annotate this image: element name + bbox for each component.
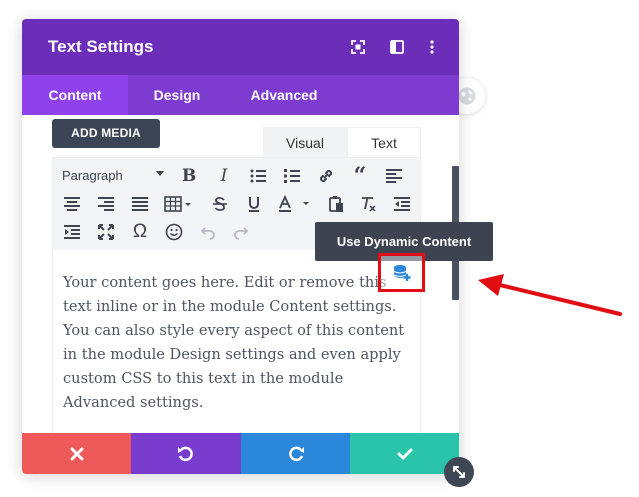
bold-icon[interactable]: B <box>178 166 200 186</box>
blockquote-icon[interactable]: “ <box>349 163 371 189</box>
underline-icon[interactable] <box>243 194 265 214</box>
close-icon <box>70 447 83 460</box>
tab-content[interactable]: Content <box>22 75 128 115</box>
modal-title: Text Settings <box>48 37 154 56</box>
rich-text-editor: Paragraph B I “ Ω Your content goes here… <box>52 157 421 457</box>
italic-icon[interactable]: I <box>213 166 235 186</box>
format-select[interactable]: Paragraph <box>62 168 123 183</box>
modal-header: Text Settings <box>22 19 459 75</box>
settings-tabs: Content Design Advanced <box>22 75 459 115</box>
clear-formatting-icon[interactable] <box>357 194 379 214</box>
redo-icon <box>288 446 304 461</box>
globe-icon <box>458 87 476 105</box>
redo-icon[interactable] <box>230 222 252 242</box>
resize-icon <box>453 466 465 478</box>
justify-icon[interactable] <box>129 194 151 214</box>
cancel-button[interactable] <box>22 433 131 474</box>
bullet-list-icon[interactable] <box>247 166 269 186</box>
align-right-icon[interactable] <box>95 194 117 214</box>
emoticons-icon[interactable] <box>163 222 185 242</box>
table-icon[interactable] <box>163 194 195 214</box>
more-icon[interactable] <box>423 38 441 56</box>
strikethrough-icon[interactable] <box>209 194 231 214</box>
numbered-list-icon[interactable] <box>281 166 303 186</box>
resize-handle[interactable] <box>444 457 474 487</box>
red-arrow-annotation <box>478 274 622 316</box>
tab-visual[interactable]: Visual <box>263 127 347 157</box>
split-view-icon[interactable] <box>388 38 406 56</box>
link-icon[interactable] <box>315 166 337 186</box>
undo-button[interactable] <box>131 433 241 474</box>
focus-icon[interactable] <box>349 38 367 56</box>
indent-icon[interactable] <box>61 222 83 242</box>
redo-button[interactable] <box>241 433 350 474</box>
tab-advanced[interactable]: Advanced <box>234 75 334 115</box>
dynamic-content-icon <box>393 264 410 281</box>
fullscreen-icon[interactable] <box>95 222 117 242</box>
modal-footer <box>22 433 459 474</box>
check-icon <box>397 448 412 459</box>
align-left-icon[interactable] <box>383 166 405 186</box>
tab-design[interactable]: Design <box>128 75 226 115</box>
dynamic-content-button[interactable] <box>378 253 425 292</box>
add-media-button[interactable]: ADD MEDIA <box>52 119 160 148</box>
outdent-icon[interactable] <box>391 194 413 214</box>
undo-icon[interactable] <box>197 222 219 242</box>
paste-text-icon[interactable] <box>325 194 347 214</box>
undo-icon <box>178 446 193 461</box>
save-button[interactable] <box>350 433 459 474</box>
chevron-down-icon <box>156 171 164 176</box>
editor-content[interactable]: Your content goes here. Edit or remove t… <box>63 271 415 415</box>
align-center-icon[interactable] <box>61 194 83 214</box>
tab-text[interactable]: Text <box>347 127 421 157</box>
special-character-icon[interactable]: Ω <box>129 221 151 242</box>
text-color-icon[interactable] <box>277 194 313 214</box>
